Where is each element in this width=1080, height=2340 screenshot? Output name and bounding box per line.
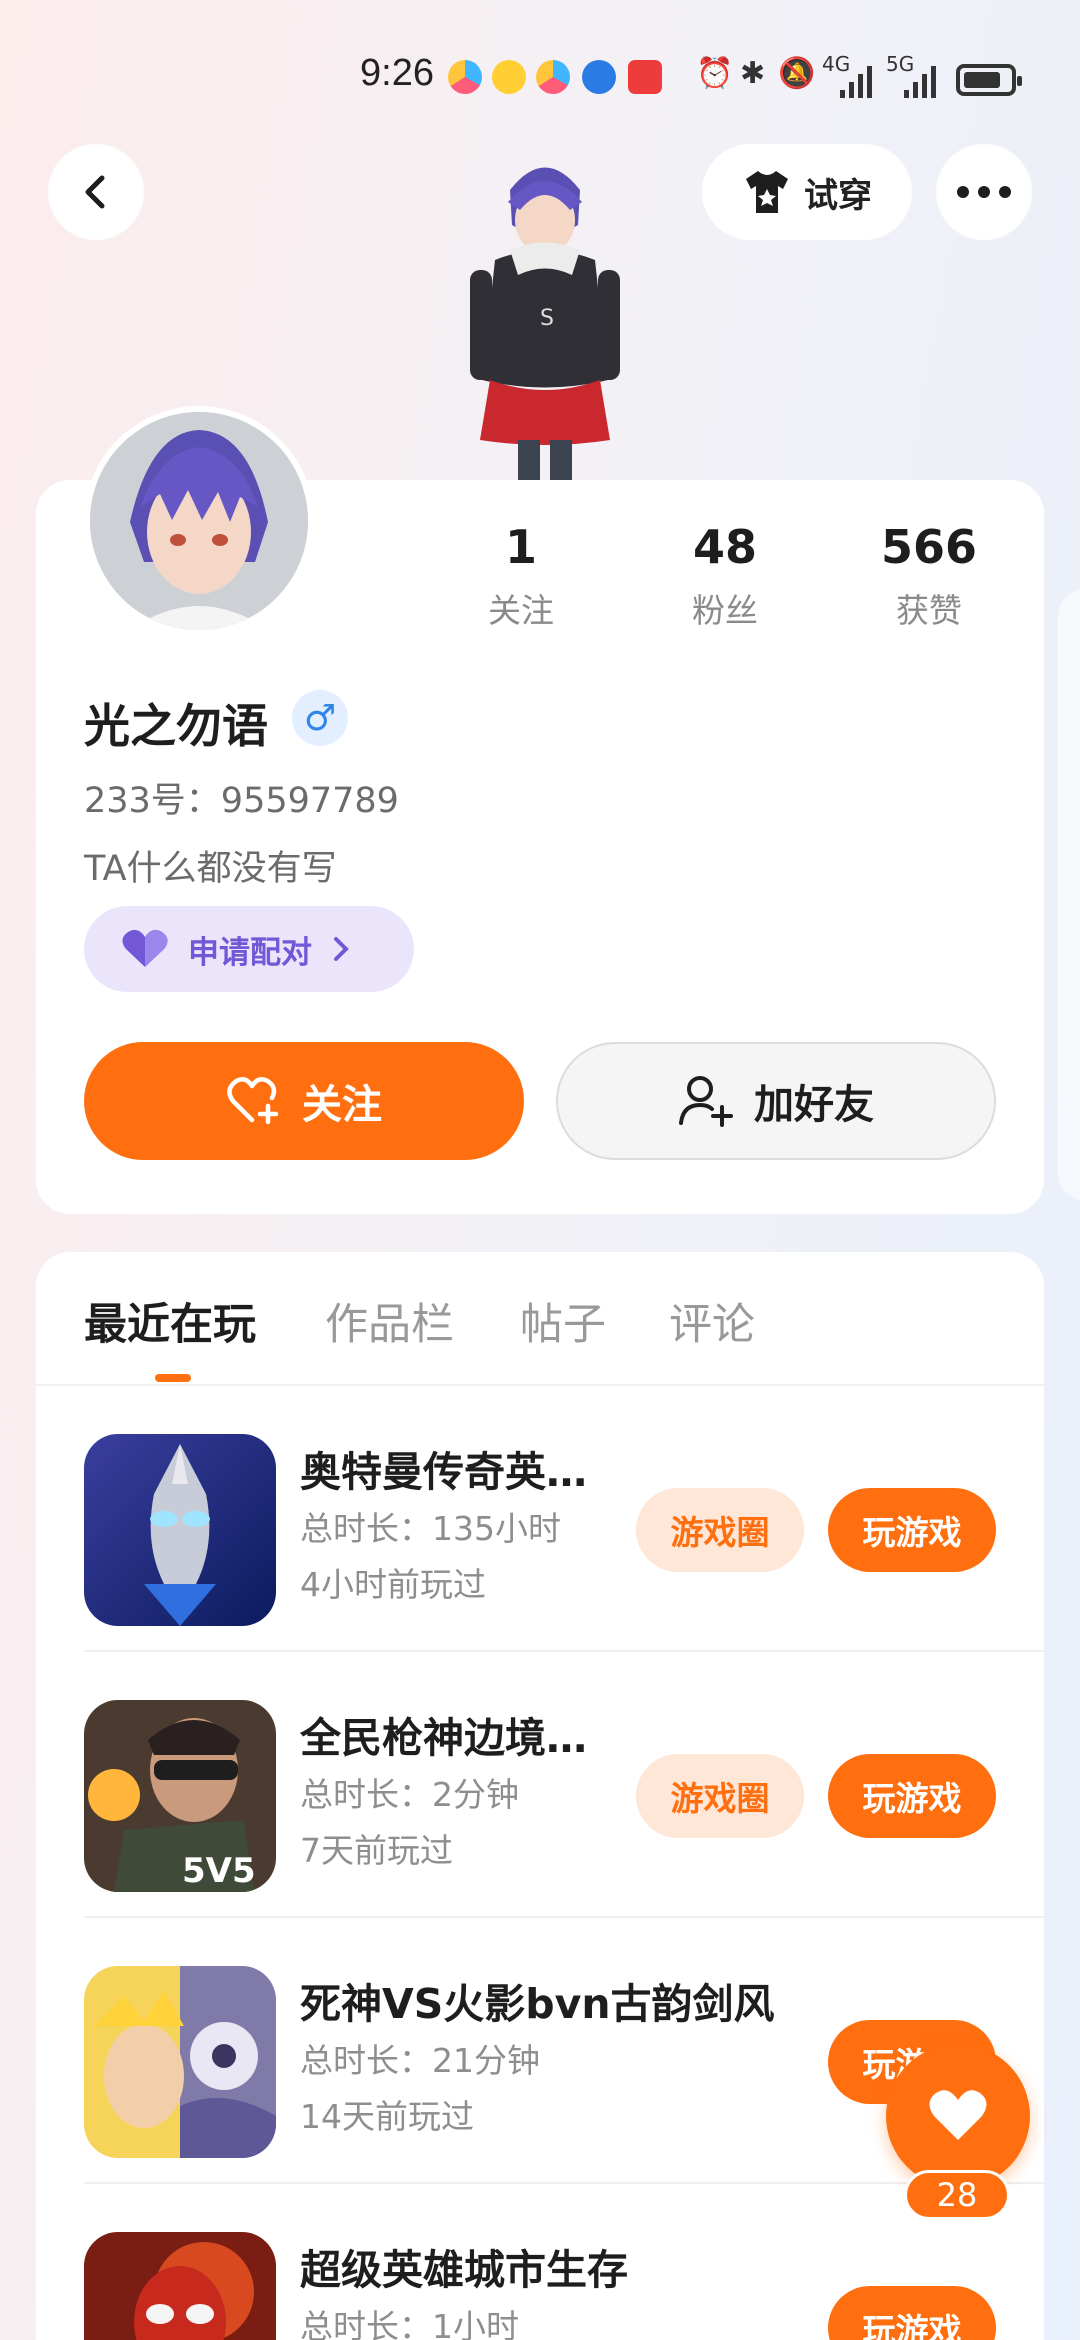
add-user-icon	[679, 1076, 733, 1127]
more-dots-icon	[957, 186, 1011, 198]
avatar[interactable]	[84, 406, 314, 636]
stat-following[interactable]: 1 关注	[441, 520, 601, 632]
heart-plus-icon	[227, 1077, 279, 1125]
game-icon-superhero-city	[84, 2232, 276, 2340]
user-id: 233号：95597789	[84, 781, 399, 821]
stat-value: 1	[504, 520, 537, 574]
game-circle-button[interactable]: 游戏圈	[636, 1488, 804, 1572]
follow-label: 关注	[302, 1082, 382, 1128]
male-icon: ♂	[292, 690, 348, 746]
game-row[interactable]: 超级英雄城市生存 总时长：1小时 玩游戏	[36, 2184, 1044, 2340]
game-title: 死神VS火影bvn古韵剑风	[300, 1980, 775, 2028]
apply-pair-label: 申请配对	[188, 934, 312, 971]
stat-label: 关注	[488, 591, 554, 630]
game-title: 全民枪神边境…	[300, 1714, 587, 1762]
heart-icon	[122, 929, 168, 967]
more-button[interactable]	[936, 144, 1032, 240]
like-fab-button[interactable]	[886, 2044, 1030, 2188]
bluetooth-icon: ✱	[740, 56, 766, 91]
game-last-played: 14天前玩过	[300, 2097, 474, 2136]
chevron-right-icon	[334, 937, 349, 961]
tab-posts[interactable]: 帖子	[520, 1290, 606, 1352]
apply-pair-button[interactable]: 申请配对	[84, 906, 414, 992]
back-button[interactable]	[48, 144, 144, 240]
stat-value: 48	[692, 520, 757, 574]
game-duration: 总时长：135小时	[300, 1509, 561, 1548]
tab-recently-played[interactable]: 最近在玩	[84, 1290, 256, 1352]
shirt-icon	[746, 171, 788, 213]
game-icon-ultraman	[84, 1434, 276, 1626]
game-circle-button[interactable]: 游戏圈	[636, 1754, 804, 1838]
mute-icon: 🔕	[778, 56, 816, 91]
signal-bars-icon	[840, 66, 872, 98]
status-time: 9:26	[360, 52, 434, 94]
stat-value: 566	[880, 520, 978, 574]
game-icon-gun-god: 5V5	[84, 1700, 276, 1892]
avatar-portrait	[90, 412, 308, 630]
play-game-button[interactable]: 玩游戏	[828, 1754, 996, 1838]
alarm-icon: ⏰	[696, 56, 734, 91]
game-title: 奥特曼传奇英…	[300, 1448, 587, 1496]
svg-text:S: S	[540, 306, 554, 331]
follow-button[interactable]: 关注	[84, 1042, 524, 1160]
game-icon-label: 5V5	[182, 1851, 256, 1891]
add-friend-button[interactable]: 加好友	[556, 1042, 996, 1160]
play-game-button[interactable]: 玩游戏	[828, 2286, 996, 2340]
side-panel-peek	[1058, 590, 1080, 1200]
app-notification-icon	[536, 60, 570, 94]
status-bar: 9:26 ⏰ ✱ 🔕 4G 5G	[0, 52, 1080, 104]
username: 光之勿语	[84, 699, 268, 753]
add-friend-label: 加好友	[754, 1082, 874, 1128]
try-on-label: 试穿	[804, 175, 872, 216]
try-on-button[interactable]: 试穿	[702, 144, 912, 240]
stat-label: 粉丝	[692, 591, 758, 630]
stat-likes[interactable]: 566 获赞	[849, 520, 1009, 632]
book-notification-icon	[628, 60, 662, 94]
game-duration: 总时长：1小时	[300, 2307, 519, 2340]
game-duration: 总时长：2分钟	[300, 1775, 519, 1814]
tab-comments[interactable]: 评论	[669, 1290, 755, 1352]
game-row[interactable]: 5V5 全民枪神边境… 总时长：2分钟 7天前玩过 游戏圈 玩游戏	[36, 1652, 1044, 1918]
play-game-button[interactable]: 玩游戏	[828, 1488, 996, 1572]
browser-notification-icon	[582, 60, 616, 94]
weibo-notification-icon	[492, 60, 526, 94]
battery-icon	[956, 64, 1022, 96]
signal-bars-icon	[904, 66, 936, 98]
stat-label: 获赞	[896, 591, 962, 630]
like-count-badge: 28	[904, 2170, 1010, 2220]
game-icon-bleach-naruto	[84, 1966, 276, 2158]
tab-works[interactable]: 作品栏	[325, 1290, 454, 1352]
game-row[interactable]: 奥特曼传奇英… 总时长：135小时 4小时前玩过 游戏圈 玩游戏	[36, 1386, 1044, 1652]
chevron-left-icon	[85, 175, 105, 209]
user-bio: TA什么都没有写	[84, 849, 337, 889]
game-last-played: 4小时前玩过	[300, 1565, 486, 1604]
app-notification-icon	[448, 60, 482, 94]
tab-indicator	[155, 1374, 191, 1382]
heart-icon	[929, 2090, 987, 2140]
avatar-character-figure[interactable]: S	[440, 150, 650, 480]
game-title: 超级英雄城市生存	[300, 2246, 628, 2294]
stat-fans[interactable]: 48 粉丝	[645, 520, 805, 632]
game-last-played: 7天前玩过	[300, 1831, 453, 1870]
game-duration: 总时长：21分钟	[300, 2041, 540, 2080]
